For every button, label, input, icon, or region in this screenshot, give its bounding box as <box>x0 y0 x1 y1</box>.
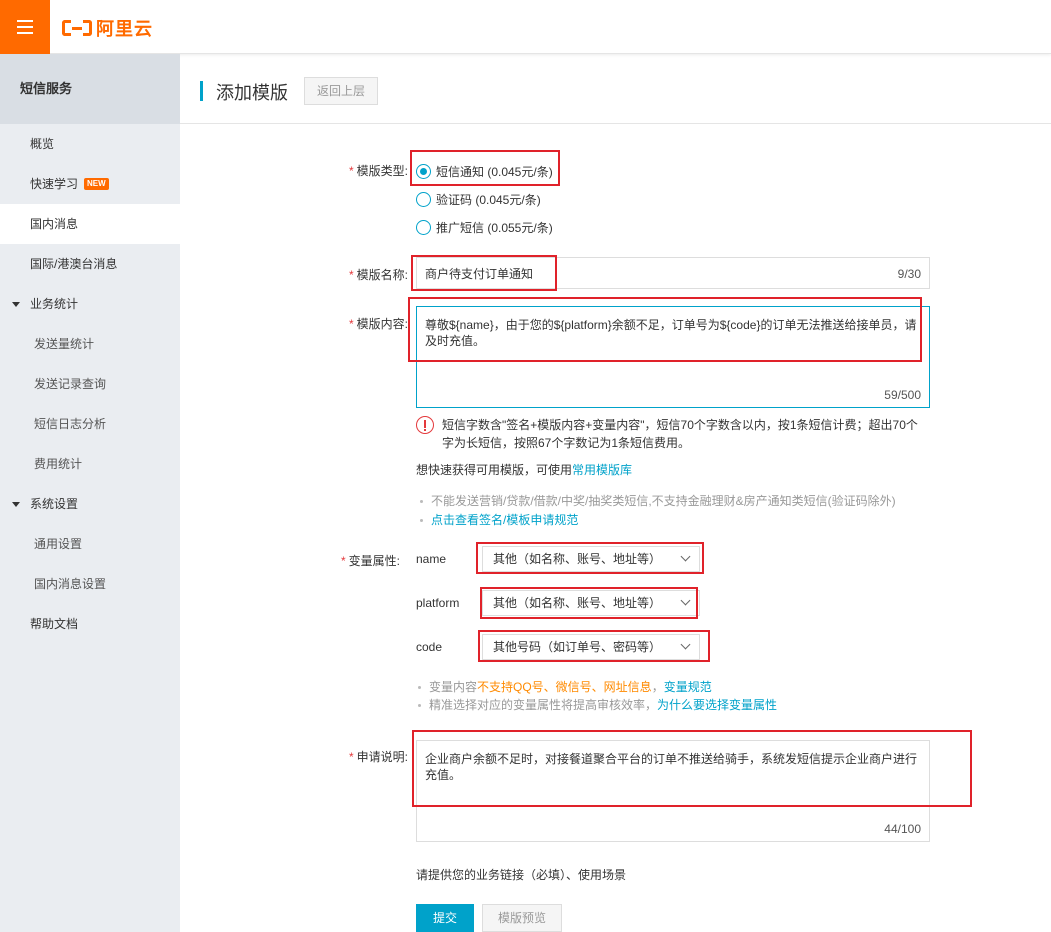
variable-code-label: code <box>416 640 443 654</box>
template-content-count: 59/500 <box>884 388 921 402</box>
caret-down-icon <box>12 501 20 507</box>
template-library-hint: 想快速获得可用模版，可使用常用模版库 <box>416 463 633 477</box>
sidebar: 短信服务 概览 快速学习 NEW 国内消息 国际/港澳台消息 业务统计 发送量统计… <box>0 54 180 932</box>
page-title: 添加模版 <box>216 83 288 103</box>
back-button[interactable]: 返回上层 <box>304 77 379 105</box>
sidebar-item-label: 国际/港澳台消息 <box>30 257 118 271</box>
apply-rules-link[interactable]: 点击查看签名/模板申请规范 <box>431 513 578 527</box>
title-accent-bar <box>200 81 203 101</box>
variable-code-select[interactable]: 其他号码（如订单号、密码等） <box>482 634 700 660</box>
sidebar-group-settings[interactable]: 系统设置 <box>0 484 180 524</box>
chevron-down-icon <box>680 639 691 650</box>
apply-desc-label: * 申请说明: <box>348 750 408 764</box>
variable-name-label: name <box>416 552 447 566</box>
sidebar-item-label: 国内消息设置 <box>34 577 107 591</box>
apply-desc-hint: 请提供您的业务链接（必填）、使用场景 <box>416 868 627 882</box>
apply-desc-count: 44/100 <box>884 822 921 836</box>
radio-sms-notice[interactable]: 短信通知 (0.045元/条) <box>416 163 553 180</box>
radio-checked-icon <box>416 164 431 179</box>
rule-note: 不能发送营销/贷款/借款/中奖/抽奖类短信,不支持金融理财&房产通知类短信(验证… <box>420 492 896 509</box>
variable-platform-label: platform <box>416 596 460 610</box>
template-library-link[interactable]: 常用模版库 <box>572 463 632 477</box>
sidebar-item-label: 快速学习 <box>30 177 79 191</box>
caret-down-icon <box>12 301 20 307</box>
sidebar-item-cost-stats[interactable]: 费用统计 <box>0 444 180 484</box>
logo-text: 阿里云 <box>96 19 153 39</box>
radio-promo-sms[interactable]: 推广短信 (0.055元/条) <box>416 219 553 236</box>
sidebar-item-label: 通用设置 <box>34 537 83 551</box>
template-content-value: 尊敬${name}，由于您的${platform}余额不足，订单号为${code… <box>425 318 917 348</box>
sidebar-item-label: 帮助文档 <box>30 617 79 631</box>
sidebar-item-label: 发送记录查询 <box>34 377 107 391</box>
radio-label: 验证码 (0.045元/条) <box>436 193 541 207</box>
sidebar-item-label: 国内消息 <box>30 217 79 231</box>
radio-label: 短信通知 (0.045元/条) <box>436 165 553 179</box>
sidebar-item-label: 发送量统计 <box>34 337 95 351</box>
radio-unchecked-icon <box>416 220 431 235</box>
radio-unchecked-icon <box>416 192 431 207</box>
template-type-label: * 模版类型: <box>348 164 408 178</box>
template-name-input[interactable]: 商户待支付订单通知 9/30 <box>416 257 930 289</box>
preview-button[interactable]: 模版预览 <box>482 904 562 932</box>
apply-desc-textarea[interactable]: 企业商户余额不足时，对接餐道聚合平台的订单不推送给骑手，系统发短信提示企业商户进… <box>416 740 930 842</box>
select-value: 其他（如名称、账号、地址等） <box>493 596 662 610</box>
select-value: 其他号码（如订单号、密码等） <box>493 640 662 654</box>
sidebar-item-general-settings[interactable]: 通用设置 <box>0 524 180 564</box>
sidebar-item-international[interactable]: 国际/港澳台消息 <box>0 244 180 284</box>
sidebar-item-overview[interactable]: 概览 <box>0 124 180 164</box>
sidebar-item-domestic-settings[interactable]: 国内消息设置 <box>0 564 180 604</box>
variable-note-2: 精准选择对应的变量属性将提高审核效率，为什么要选择变量属性 <box>418 696 777 713</box>
radio-label: 推广短信 (0.055元/条) <box>436 221 553 235</box>
submit-button[interactable]: 提交 <box>416 904 474 932</box>
sidebar-title: 短信服务 <box>0 54 180 124</box>
sidebar-item-label: 短信日志分析 <box>34 417 107 431</box>
sidebar-item-label: 概览 <box>30 137 55 151</box>
chevron-down-icon <box>680 551 691 562</box>
chevron-down-icon <box>680 595 691 606</box>
radio-verify-code[interactable]: 验证码 (0.045元/条) <box>416 191 541 208</box>
template-name-count: 9/30 <box>897 267 921 281</box>
variable-platform-select[interactable]: 其他（如名称、账号、地址等） <box>482 590 700 616</box>
page-header: 添加模版 返回上层 <box>180 54 1051 124</box>
rule-link-item: 点击查看签名/模板申请规范 <box>420 511 578 528</box>
menu-icon[interactable] <box>0 0 50 54</box>
why-variable-link[interactable]: 为什么要选择变量属性 <box>657 698 777 712</box>
aliyun-logo[interactable]: 阿里云 <box>62 15 153 41</box>
warning-info-icon <box>416 416 434 434</box>
sidebar-item-send-volume[interactable]: 发送量统计 <box>0 324 180 364</box>
main-content: 添加模版 返回上层 * 模版类型: 短信通知 (0.045元/条) 验证码 (0.… <box>180 54 1051 932</box>
template-content-label: * 模版内容: <box>348 317 408 331</box>
apply-desc-value: 企业商户余额不足时，对接餐道聚合平台的订单不推送给骑手，系统发短信提示企业商户进… <box>425 752 918 782</box>
variable-rules-link[interactable]: 变量规范 <box>664 680 712 694</box>
sidebar-item-send-records[interactable]: 发送记录查询 <box>0 364 180 404</box>
template-name-value: 商户待支付订单通知 <box>425 267 534 281</box>
variables-label: * 变量属性: <box>340 554 400 568</box>
aliyun-logo-icon <box>62 17 92 39</box>
sidebar-item-help-docs[interactable]: 帮助文档 <box>0 604 180 644</box>
sidebar-item-label: 费用统计 <box>34 457 83 471</box>
sidebar-item-label: 系统设置 <box>30 497 79 511</box>
sidebar-item-label: 业务统计 <box>30 297 79 311</box>
variable-name-select[interactable]: 其他（如名称、账号、地址等） <box>482 546 700 572</box>
sidebar-group-stats[interactable]: 业务统计 <box>0 284 180 324</box>
template-content-textarea[interactable]: 尊敬${name}，由于您的${platform}余额不足，订单号为${code… <box>416 306 930 408</box>
new-badge: NEW <box>84 178 109 190</box>
select-value: 其他（如名称、账号、地址等） <box>493 552 662 566</box>
sidebar-item-domestic[interactable]: 国内消息 <box>0 204 180 244</box>
sidebar-item-log-analysis[interactable]: 短信日志分析 <box>0 404 180 444</box>
template-name-label: * 模版名称: <box>348 268 408 282</box>
content-tip: 短信字数含"签名+模版内容+变量内容"，短信70个字数含以内，按1条短信计费；超… <box>442 418 918 450</box>
variable-note-1: 变量内容不支持QQ号、微信号、网址信息，变量规范 <box>418 678 712 695</box>
top-bar: 阿里云 <box>0 0 1051 54</box>
sidebar-item-quick-learn[interactable]: 快速学习 NEW <box>0 164 180 204</box>
